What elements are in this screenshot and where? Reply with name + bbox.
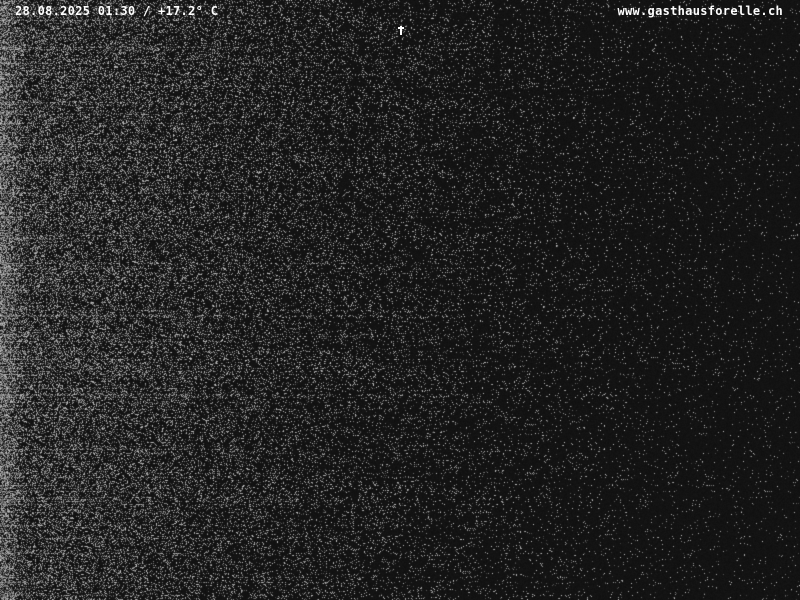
distant-light-spot bbox=[398, 26, 404, 35]
webcam-frame: 28.08.2025 01:30 / +17.2° C www.gasthaus… bbox=[0, 0, 800, 600]
timestamp-temperature-overlay: 28.08.2025 01:30 / +17.2° C bbox=[15, 4, 219, 18]
website-url-overlay: www.gasthausforelle.ch bbox=[617, 4, 783, 18]
night-sky-noise bbox=[0, 0, 800, 600]
